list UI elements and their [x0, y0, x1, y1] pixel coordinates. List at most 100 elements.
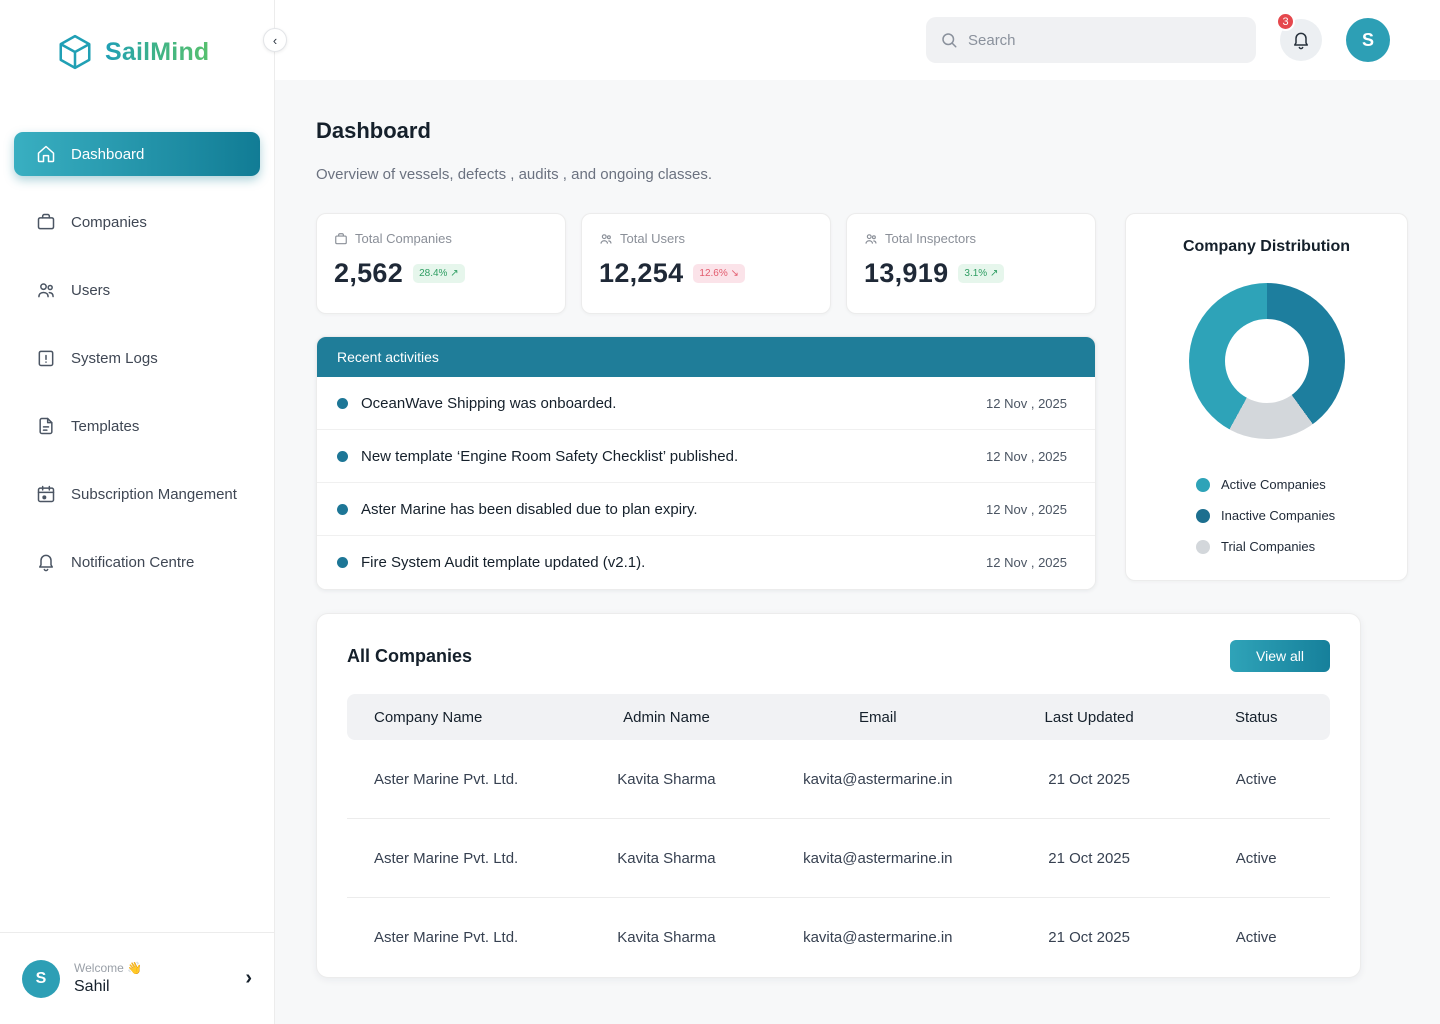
table-row: Aster Marine Pvt. Ltd. Kavita Sharma kav…	[347, 898, 1330, 977]
sidebar-item-users[interactable]: Users	[14, 268, 260, 312]
activity-row: Fire System Audit template updated (v2.1…	[317, 536, 1095, 589]
recent-activities-title: Recent activities	[317, 337, 1095, 377]
activity-text: Fire System Audit template updated (v2.1…	[361, 554, 645, 571]
sidebar-item-label: Dashboard	[71, 146, 144, 163]
brand-logo: SailMind	[0, 0, 274, 72]
document-icon	[36, 416, 56, 436]
stat-card-total-inspectors: Total Inspectors 13,919 3.1% ↗	[846, 213, 1096, 314]
column-header-email: Email	[760, 709, 996, 726]
stat-label: Total Users	[620, 231, 685, 246]
users-icon	[36, 280, 56, 300]
view-all-button[interactable]: View all	[1230, 640, 1330, 672]
table-header-row: Company Name Admin Name Email Last Updat…	[347, 694, 1330, 740]
legend-item: Trial Companies	[1196, 539, 1387, 554]
profile-name: Sahil	[74, 978, 142, 996]
sidebar: SailMind Dashboard Companies Users Syste…	[0, 0, 275, 1024]
briefcase-icon	[36, 212, 56, 232]
status-badge: Active	[1183, 771, 1330, 788]
topbar: 3 S	[275, 0, 1440, 80]
stat-card-total-companies: Total Companies 2,562 28.4% ↗	[316, 213, 566, 314]
briefcase-icon	[334, 232, 348, 246]
company-distribution-title: Company Distribution	[1146, 238, 1387, 256]
recent-activities-panel: Recent activities OceanWave Shipping was…	[316, 336, 1096, 590]
table-row: Aster Marine Pvt. Ltd. Kavita Sharma kav…	[347, 740, 1330, 819]
cell-company-name: Aster Marine Pvt. Ltd.	[347, 850, 573, 867]
activity-text: OceanWave Shipping was onboarded.	[361, 395, 616, 412]
stat-card-total-users: Total Users 12,254 12.6% ↘	[581, 213, 831, 314]
stat-value: 13,919	[864, 258, 948, 289]
sidebar-nav: Dashboard Companies Users System Logs Te…	[0, 132, 274, 584]
cell-last-updated: 21 Oct 2025	[996, 929, 1183, 946]
sidebar-collapse-button[interactable]: ‹	[263, 28, 287, 52]
users-icon	[599, 232, 613, 246]
sidebar-item-templates[interactable]: Templates	[14, 404, 260, 448]
users-icon	[864, 232, 878, 246]
cell-company-name: Aster Marine Pvt. Ltd.	[347, 771, 573, 788]
profile-text: Welcome 👋 Sahil	[74, 961, 142, 996]
all-companies-title: All Companies	[347, 646, 472, 667]
cell-last-updated: 21 Oct 2025	[996, 850, 1183, 867]
stat-value: 2,562	[334, 258, 403, 289]
search-bar	[926, 17, 1256, 63]
company-distribution-card: Company Distribution Active Companies In…	[1125, 213, 1408, 581]
legend-label: Trial Companies	[1221, 539, 1315, 554]
search-input[interactable]	[968, 32, 1242, 49]
activity-date: 12 Nov , 2025	[986, 396, 1067, 411]
sidebar-item-label: Templates	[71, 418, 139, 435]
user-avatar[interactable]: S	[1346, 18, 1390, 62]
cell-admin-name: Kavita Sharma	[573, 771, 760, 788]
legend-label: Active Companies	[1221, 477, 1326, 492]
sidebar-item-notification-centre[interactable]: Notification Centre	[14, 540, 260, 584]
sidebar-profile: S Welcome 👋 Sahil ›	[0, 932, 274, 1024]
notifications-button[interactable]: 3	[1280, 19, 1322, 61]
bullet-dot-icon	[337, 451, 348, 462]
sidebar-item-subscription-management[interactable]: Subscription Mangement	[14, 472, 260, 516]
chevron-right-icon[interactable]: ›	[245, 967, 252, 990]
legend-dot-trial	[1196, 540, 1210, 554]
bell-icon	[36, 552, 56, 572]
brand-name: SailMind	[105, 38, 209, 67]
stat-delta-badge: 3.1% ↗	[958, 264, 1004, 283]
sidebar-item-label: Notification Centre	[71, 554, 194, 571]
legend-item: Inactive Companies	[1196, 508, 1387, 523]
column-header-company-name: Company Name	[347, 709, 573, 726]
column-header-admin-name: Admin Name	[573, 709, 760, 726]
sidebar-item-label: Subscription Mangement	[71, 486, 237, 503]
sidebar-item-companies[interactable]: Companies	[14, 200, 260, 244]
sidebar-item-dashboard[interactable]: Dashboard	[14, 132, 260, 176]
sidebar-item-system-logs[interactable]: System Logs	[14, 336, 260, 380]
activity-row: Aster Marine has been disabled due to pl…	[317, 483, 1095, 536]
bell-icon	[1291, 30, 1311, 50]
activity-date: 12 Nov , 2025	[986, 555, 1067, 570]
status-badge: Active	[1183, 850, 1330, 867]
search-icon	[940, 31, 958, 49]
activity-row: OceanWave Shipping was onboarded. 12 Nov…	[317, 377, 1095, 430]
distribution-legend: Active Companies Inactive Companies Tria…	[1196, 477, 1387, 554]
page-title: Dashboard	[316, 118, 1408, 144]
profile-avatar[interactable]: S	[22, 960, 60, 998]
main-content: Dashboard Overview of vessels, defects ,…	[275, 80, 1440, 1024]
stat-delta-badge: 28.4% ↗	[413, 264, 465, 283]
calendar-clock-icon	[36, 484, 56, 504]
cell-email: kavita@astermarine.in	[760, 850, 996, 867]
donut-hole	[1225, 319, 1309, 403]
notification-badge: 3	[1276, 12, 1295, 31]
profile-welcome: Welcome 👋	[74, 961, 142, 975]
brand-logo-icon	[55, 32, 95, 72]
sidebar-item-label: Companies	[71, 214, 147, 231]
bullet-dot-icon	[337, 398, 348, 409]
page-subtitle: Overview of vessels, defects , audits , …	[316, 166, 1408, 183]
activity-text: Aster Marine has been disabled due to pl…	[361, 501, 698, 518]
stats-row: Total Companies 2,562 28.4% ↗ Total User…	[316, 213, 1096, 314]
cell-admin-name: Kavita Sharma	[573, 850, 760, 867]
activity-text: New template ‘Engine Room Safety Checkli…	[361, 448, 738, 465]
legend-dot-active	[1196, 478, 1210, 492]
stat-value: 12,254	[599, 258, 683, 289]
column-header-status: Status	[1183, 709, 1330, 726]
cell-email: kavita@astermarine.in	[760, 929, 996, 946]
company-distribution-donut	[1189, 283, 1345, 439]
companies-table: Company Name Admin Name Email Last Updat…	[347, 694, 1330, 977]
bullet-dot-icon	[337, 557, 348, 568]
status-badge: Active	[1183, 929, 1330, 946]
bullet-dot-icon	[337, 504, 348, 515]
